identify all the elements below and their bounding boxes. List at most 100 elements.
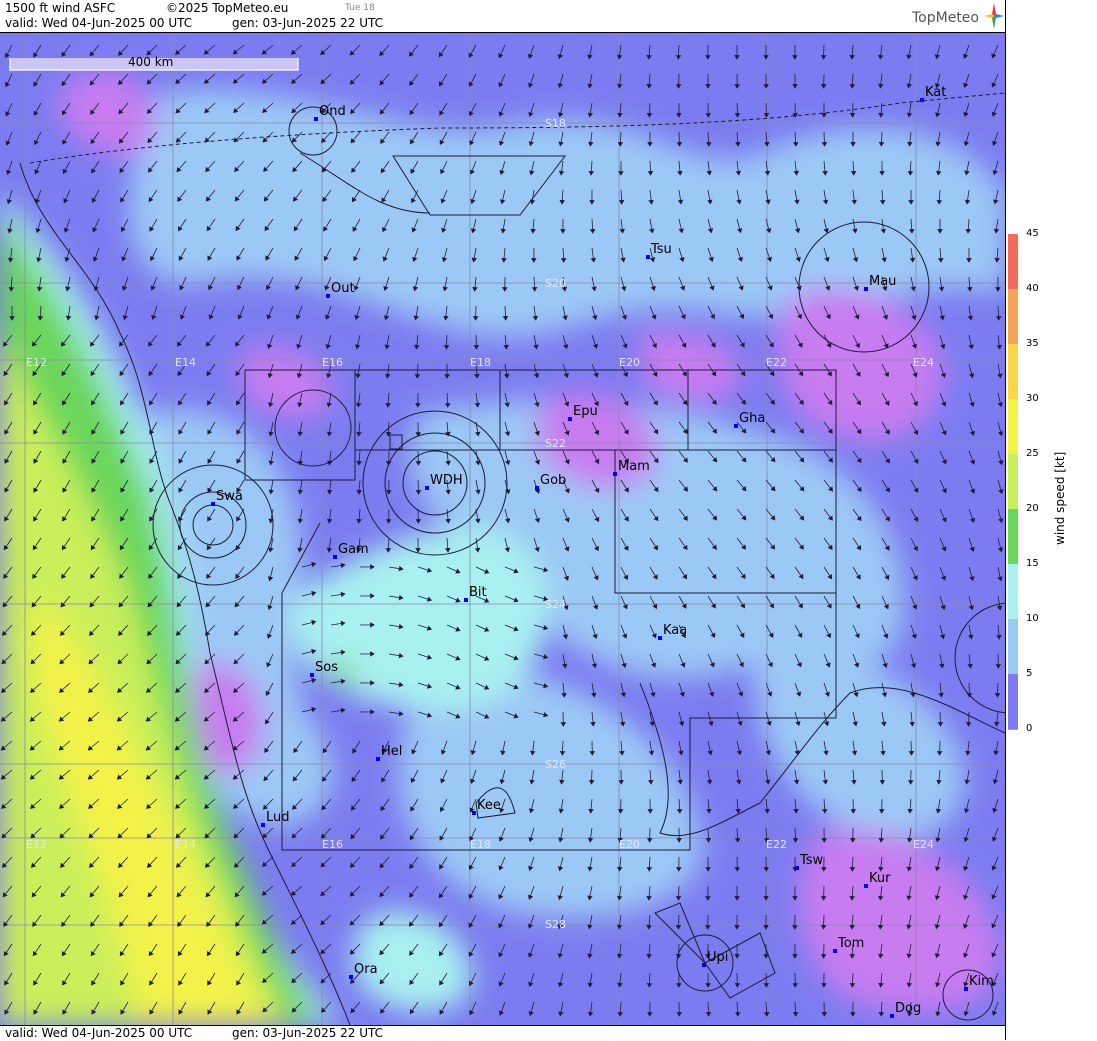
place-label: Kat xyxy=(925,85,946,100)
lon-label: E24 xyxy=(913,838,934,851)
place-marker xyxy=(464,598,468,602)
place-marker xyxy=(646,255,650,259)
place-marker xyxy=(376,757,380,761)
footer-generated-time: gen: 03-Jun-2025 22 UTC xyxy=(232,1026,383,1040)
place-marker xyxy=(702,963,706,967)
lon-label: E14 xyxy=(175,356,196,369)
place-label: Tsw xyxy=(799,853,824,868)
place-label: Lud xyxy=(266,810,290,825)
place-marker xyxy=(333,555,337,559)
brand-logo: TopMeteo xyxy=(912,10,979,26)
colorbar xyxy=(1008,230,1023,730)
place-marker xyxy=(349,975,353,979)
colorbar-segment xyxy=(1008,289,1018,344)
colorbar-tick: 5 xyxy=(1026,668,1032,679)
colorbar-tick: 30 xyxy=(1026,393,1039,404)
colorbar-tick: 15 xyxy=(1026,558,1039,569)
colorbar-tick: 45 xyxy=(1026,228,1039,239)
place-marker xyxy=(920,98,924,102)
place-label: Kur xyxy=(869,871,891,886)
generated-time: gen: 03-Jun-2025 22 UTC xyxy=(232,16,383,30)
place-label: Dog xyxy=(895,1001,921,1016)
lon-label: E24 xyxy=(913,356,934,369)
place-marker xyxy=(795,866,799,870)
place-label: Upi xyxy=(707,950,728,965)
lon-label: E20 xyxy=(619,356,640,369)
colorbar-segment xyxy=(1008,729,1018,730)
lat-label: S26 xyxy=(545,758,566,771)
lon-label: E16 xyxy=(322,356,343,369)
place-marker xyxy=(326,294,330,298)
place-marker xyxy=(211,502,215,506)
place-label: Mau xyxy=(869,274,896,289)
map-header: 1500 ft wind ASFC ©2025 TopMeteo.eu Tue … xyxy=(0,0,1005,33)
place-marker xyxy=(261,823,265,827)
place-marker xyxy=(314,117,318,121)
lon-label: E22 xyxy=(766,838,787,851)
place-label: Kaa xyxy=(663,623,687,638)
footer-valid-time: valid: Wed 04-Jun-2025 00 UTC xyxy=(5,1026,192,1040)
colorbar-segment xyxy=(1008,509,1018,564)
lat-label: S24 xyxy=(545,598,566,611)
place-marker xyxy=(864,287,868,291)
colorbar-segment xyxy=(1008,619,1018,674)
place-label: Ond xyxy=(319,104,346,119)
colorbar-tick: 40 xyxy=(1026,283,1039,294)
copyright: ©2025 TopMeteo.eu xyxy=(166,1,288,15)
place-label: Gob xyxy=(540,473,566,488)
lat-label: S20 xyxy=(545,277,566,290)
place-label: Swa xyxy=(216,489,243,504)
place-label: Hel xyxy=(381,744,402,759)
place-marker xyxy=(864,884,868,888)
lon-label: E12 xyxy=(26,838,47,851)
place-label: Gha xyxy=(739,411,765,426)
place-label: Ora xyxy=(354,962,378,977)
place-marker xyxy=(890,1014,894,1018)
product-title: 1500 ft wind ASFC xyxy=(5,1,115,15)
place-marker xyxy=(613,472,617,476)
place-label: Gam xyxy=(338,542,369,557)
place-marker xyxy=(568,417,572,421)
colorbar-tick: 35 xyxy=(1026,338,1039,349)
colorbar-segment xyxy=(1008,234,1018,289)
lon-label: E22 xyxy=(766,356,787,369)
colorbar-segment xyxy=(1008,454,1018,509)
compass-star-icon xyxy=(984,3,1004,29)
place-label: WDH xyxy=(430,473,463,488)
place-marker xyxy=(425,486,429,490)
day-hint: Tue 18 xyxy=(345,3,375,13)
lon-label: E20 xyxy=(619,838,640,851)
lat-label: S28 xyxy=(545,918,566,931)
place-marker xyxy=(734,424,738,428)
place-label: Epu xyxy=(573,404,598,419)
wind-map[interactable]: E12 E14 E16 E18 E20 E22 E24 E12 E14 E16 … xyxy=(0,33,1005,1025)
colorbar-segment xyxy=(1008,344,1018,399)
place-label: Kim xyxy=(969,974,994,989)
place-marker xyxy=(658,636,662,640)
place-marker xyxy=(535,486,539,490)
colorbar-tick: 20 xyxy=(1026,503,1039,514)
lon-label: E18 xyxy=(470,356,491,369)
place-marker xyxy=(472,811,476,815)
colorbar-tick: 10 xyxy=(1026,613,1039,624)
place-marker xyxy=(310,673,314,677)
colorbar-segment xyxy=(1008,399,1018,454)
map-footer: valid: Wed 04-Jun-2025 00 UTC gen: 03-Ju… xyxy=(0,1025,1005,1041)
lon-label: E16 xyxy=(322,838,343,851)
colorbar-tick: 0 xyxy=(1026,723,1032,734)
lat-label: S22 xyxy=(545,437,566,450)
colorbar-title: wind speed [kt] xyxy=(1053,452,1067,545)
scale-bar-label: 400 km xyxy=(128,55,173,69)
place-label: Mam xyxy=(618,459,650,474)
place-label: Tom xyxy=(837,936,864,951)
place-label: Bit xyxy=(469,585,487,600)
place-label: Kee xyxy=(477,798,501,813)
place-label: Tsu xyxy=(650,242,672,257)
place-label: Sos xyxy=(315,660,338,675)
place-marker xyxy=(964,987,968,991)
valid-time: valid: Wed 04-Jun-2025 00 UTC xyxy=(5,16,192,30)
place-label: Out xyxy=(331,281,355,296)
lon-label: E12 xyxy=(26,356,47,369)
colorbar-tick: 25 xyxy=(1026,448,1039,459)
colorbar-segment xyxy=(1008,674,1018,729)
